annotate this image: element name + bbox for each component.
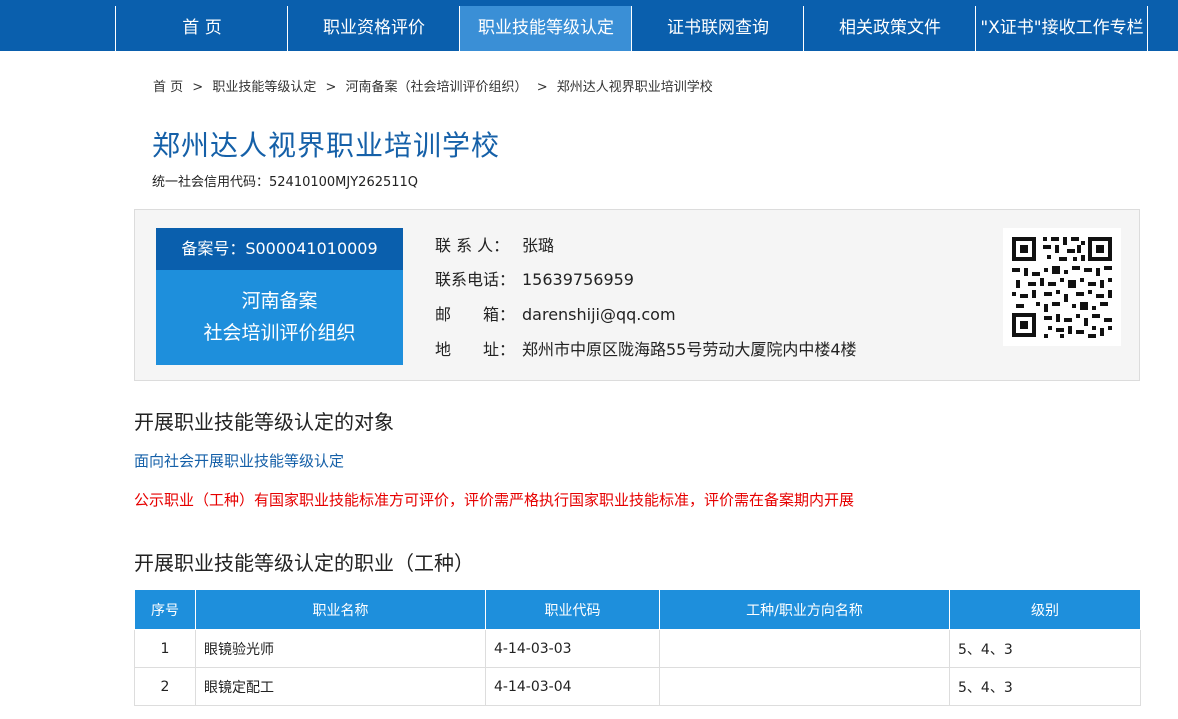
email-value: darenshiji@qq.com <box>522 305 676 324</box>
nav-qualification-evaluation[interactable]: 职业资格评价 <box>287 6 460 51</box>
credit-code-value: 52410100MJY262511Q <box>269 175 419 190</box>
breadcrumb-home[interactable]: 首 页 <box>153 80 183 95</box>
target-scope: 面向社会开展职业技能等级认定 <box>134 452 345 470</box>
cell-level: 5、4、3 <box>949 667 1141 706</box>
email-row: 邮 箱： darenshiji@qq.com <box>435 301 676 325</box>
nav-home[interactable]: 首 页 <box>115 6 288 51</box>
phone-value: 15639756959 <box>522 270 634 289</box>
table-header-row: 序号 职业名称 职业代码 工种/职业方向名称 级别 <box>134 589 1141 630</box>
table-row: 2 眼镜定配工 4-14-03-04 5、4、3 <box>134 667 1141 706</box>
nav-skill-level-certification[interactable]: 职业技能等级认定 <box>459 6 632 51</box>
address-label: 地 址： <box>435 340 516 359</box>
breadcrumb-current: 郑州达人视界职业培训学校 <box>556 80 713 95</box>
col-header-direction: 工种/职业方向名称 <box>659 589 950 630</box>
email-label: 邮 箱： <box>435 305 516 324</box>
cell-name: 眼镜定配工 <box>195 667 486 706</box>
cell-direction <box>659 667 950 706</box>
nav-divider <box>1147 6 1148 51</box>
nav-policy-files[interactable]: 相关政策文件 <box>803 6 976 51</box>
breadcrumb-henan-record[interactable]: 河南备案（社会培训评价组织） <box>346 80 528 95</box>
address-value: 郑州市中原区陇海路55号劳动大厦院内中楼4楼 <box>522 340 857 359</box>
contact-value: 张璐 <box>522 236 555 255</box>
address-row: 地 址： 郑州市中原区陇海路55号劳动大厦院内中楼4楼 <box>435 336 857 360</box>
org-type-line2: 社会培训评价组织 <box>203 322 356 344</box>
qr-code-icon <box>1003 228 1121 346</box>
org-info-card: 备案号：S000041010009 河南备案 社会培训评价组织 联 系 人： 张璐… <box>134 209 1140 381</box>
breadcrumb-separator: > <box>325 80 337 95</box>
record-number-value: S000041010009 <box>245 239 378 258</box>
org-type-badge: 河南备案 社会培训评价组织 <box>156 270 403 365</box>
col-header-code: 职业代码 <box>485 589 660 630</box>
breadcrumb-separator: > <box>536 80 548 95</box>
table-row: 1 眼镜验光师 4-14-03-03 5、4、3 <box>134 629 1141 668</box>
org-type-line1: 河南备案 <box>241 290 318 312</box>
cell-code: 4-14-03-04 <box>485 667 660 706</box>
contact-label: 联 系 人： <box>435 236 510 255</box>
evaluation-notice: 公示职业（工种）有国家职业技能标准方可评价，评价需严格执行国家职业技能标准，评价… <box>134 491 855 509</box>
col-header-level: 级别 <box>949 589 1141 630</box>
page-title: 郑州达人视界职业培训学校 <box>152 129 501 162</box>
nav-certificate-query[interactable]: 证书联网查询 <box>631 6 804 51</box>
cell-direction <box>659 629 950 668</box>
section-target-title: 开展职业技能等级认定的对象 <box>134 410 394 434</box>
nav-x-certificate-column[interactable]: "X证书"接收工作专栏 <box>975 6 1148 51</box>
col-header-name: 职业名称 <box>195 589 486 630</box>
col-header-no: 序号 <box>134 589 196 630</box>
credit-code-label: 统一社会信用代码： <box>152 175 270 190</box>
record-number-badge: 备案号：S000041010009 <box>156 228 403 270</box>
cell-no: 2 <box>134 667 196 706</box>
contact-row: 联 系 人： 张璐 <box>435 232 554 256</box>
cell-level: 5、4、3 <box>949 629 1141 668</box>
phone-row: 联系电话： 15639756959 <box>435 266 634 290</box>
breadcrumb-separator: > <box>192 80 204 95</box>
phone-label: 联系电话： <box>435 270 516 289</box>
top-nav: 首 页 职业资格评价 职业技能等级认定 证书联网查询 相关政策文件 "X证书"接… <box>0 0 1178 51</box>
cell-code: 4-14-03-03 <box>485 629 660 668</box>
cell-name: 眼镜验光师 <box>195 629 486 668</box>
record-number-label: 备案号： <box>181 239 246 258</box>
cell-no: 1 <box>134 629 196 668</box>
breadcrumb-skill-certification[interactable]: 职业技能等级认定 <box>212 80 316 95</box>
credit-code-line: 统一社会信用代码：52410100MJY262511Q <box>152 171 418 190</box>
breadcrumb: 首 页 > 职业技能等级认定 > 河南备案（社会培训评价组织） > 郑州达人视界… <box>153 76 713 95</box>
section-occupation-title: 开展职业技能等级认定的职业（工种） <box>134 551 474 575</box>
occupation-table: 序号 职业名称 职业代码 工种/职业方向名称 级别 1 眼镜验光师 4-14-0… <box>134 589 1141 706</box>
